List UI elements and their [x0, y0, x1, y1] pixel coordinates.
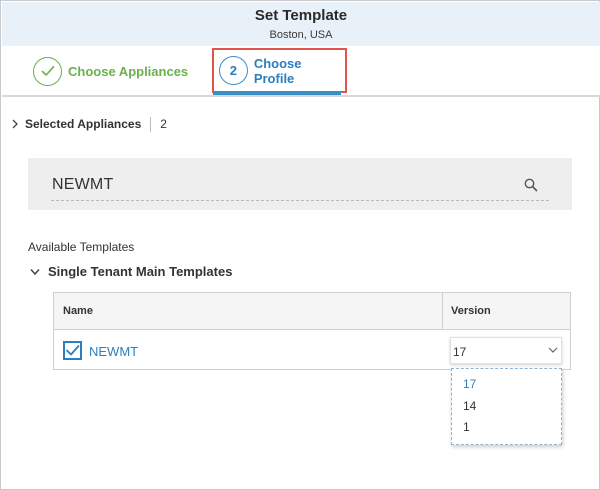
- step-choose-appliances[interactable]: Choose Appliances: [33, 56, 188, 86]
- selected-appliances-count: 2: [160, 117, 167, 131]
- table-header: Name Version: [54, 293, 570, 330]
- column-header-version[interactable]: Version: [451, 305, 491, 317]
- search-input[interactable]: NEWMT: [52, 176, 113, 194]
- dialog-header: Set Template Boston, USA: [2, 2, 600, 46]
- dialog-frame: Set Template Boston, USA Choose Applianc…: [0, 0, 600, 490]
- version-select-value: 17: [453, 345, 467, 359]
- step-choose-profile[interactable]: 2 Choose Profile: [212, 48, 347, 93]
- template-name-link[interactable]: NEWMT: [89, 344, 138, 359]
- selected-appliances-label: Selected Appliances: [25, 117, 142, 131]
- search-icon[interactable]: [523, 177, 539, 193]
- step-label: Choose Appliances: [68, 63, 189, 79]
- step-number-circle: 2: [219, 56, 248, 85]
- dialog-title: Set Template: [254, 7, 348, 24]
- chevron-down-icon: [30, 268, 40, 275]
- version-option[interactable]: 14: [463, 399, 476, 413]
- step-label: Choose Profile: [253, 55, 302, 86]
- checkmark-icon: [66, 345, 80, 356]
- dialog-subtitle: Boston, USA: [269, 29, 333, 41]
- selected-appliances-toggle[interactable]: Selected Appliances 2: [11, 115, 167, 133]
- template-checkbox[interactable]: [63, 341, 82, 360]
- column-header-name[interactable]: Name: [63, 305, 93, 317]
- active-step-indicator: [213, 92, 341, 95]
- version-select[interactable]: 17: [450, 337, 562, 364]
- version-option[interactable]: 17: [463, 377, 476, 391]
- divider: [150, 116, 152, 132]
- version-dropdown-menu: 17 14 1: [451, 368, 562, 445]
- version-option[interactable]: 1: [463, 420, 470, 434]
- template-search-box[interactable]: NEWMT: [28, 158, 572, 210]
- step-complete-circle: [33, 56, 62, 86]
- template-group-label: Single Tenant Main Templates: [48, 264, 233, 279]
- chevron-down-icon: [548, 347, 558, 353]
- template-group-toggle[interactable]: Single Tenant Main Templates: [30, 264, 232, 279]
- available-templates-heading: Available Templates: [28, 240, 135, 254]
- column-divider: [442, 293, 443, 330]
- chevron-right-icon: [12, 119, 18, 129]
- checkmark-icon: [41, 66, 54, 76]
- search-underline: [51, 200, 549, 201]
- wizard-steps: Choose Appliances 2 Choose Profile: [2, 46, 600, 97]
